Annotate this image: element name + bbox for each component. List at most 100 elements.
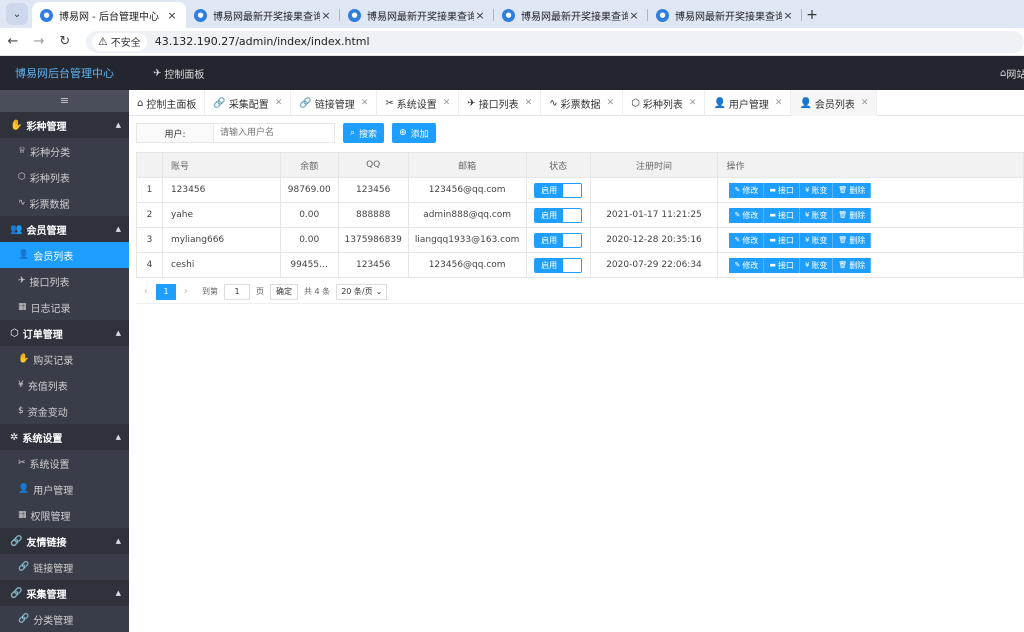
content-tab[interactable]: 👤 会员列表 ✕: [791, 90, 878, 116]
tab-search-button[interactable]: ⌄: [6, 3, 28, 25]
close-icon[interactable]: ✕: [361, 98, 369, 108]
close-icon[interactable]: ✕: [443, 98, 451, 108]
content-tab[interactable]: 🔗 采集配置 ✕: [205, 90, 292, 116]
delete-button[interactable]: 🗑 删除: [833, 232, 872, 248]
username-input[interactable]: [213, 123, 335, 143]
sidebar-group[interactable]: ⬡ 订单管理 ▲: [0, 320, 129, 346]
browser-tab[interactable]: ● 博易网最新开奖接果查询,重庆时×: [648, 2, 802, 28]
sidebar-item[interactable]: $ 资金变动: [0, 398, 129, 424]
browser-tab[interactable]: ● 博易网最新开奖接果查询,重庆时×: [186, 2, 340, 28]
balance-change-button[interactable]: ¥ 账变: [799, 182, 834, 198]
edit-button[interactable]: ✎ 修改: [729, 232, 765, 248]
calendar-icon: ▦: [18, 510, 27, 520]
control-panel-link[interactable]: ✈ 控制面板: [153, 66, 204, 81]
sidebar-item[interactable]: ▦ 权限管理: [0, 502, 129, 528]
status-toggle[interactable]: 启用: [534, 232, 583, 248]
col-register-time: 注册时间: [589, 152, 719, 178]
close-icon[interactable]: ×: [474, 9, 486, 22]
sidebar-item[interactable]: ∿ 彩票数据: [0, 190, 129, 216]
close-icon[interactable]: ✕: [275, 98, 283, 108]
edit-button[interactable]: ✎ 修改: [729, 182, 765, 198]
sidebar-item[interactable]: ✂ 系统设置: [0, 450, 129, 476]
forward-icon[interactable]: →: [26, 34, 52, 49]
content-tab[interactable]: ✂ 系统设置 ✕: [377, 90, 460, 116]
yen-circle-icon: ¥: [804, 186, 810, 194]
balance-change-button[interactable]: ¥ 账变: [799, 257, 834, 273]
browser-tab[interactable]: ● 博易网 - 后台管理中心 ×: [32, 2, 186, 28]
sidebar-item[interactable]: 👤 用户管理: [0, 476, 129, 502]
delete-button[interactable]: 🗑 删除: [833, 182, 872, 198]
table-header-row: 账号 余额 QQ 邮箱 状态 注册时间 操作: [136, 152, 1024, 178]
sidebar-item[interactable]: 👤 会员列表: [0, 242, 129, 268]
action-label: 修改: [742, 235, 759, 245]
browser-tabs: ●博易网 - 后台管理中心×●博易网最新开奖接果查询,重庆时×●博易网最新开奖接…: [32, 2, 802, 28]
close-icon[interactable]: ×: [166, 9, 178, 22]
search-button[interactable]: ⌕ 搜索: [343, 123, 385, 143]
sidebar-group[interactable]: 🔗 友情链接 ▲: [0, 528, 129, 554]
close-icon[interactable]: ×: [782, 9, 794, 22]
goto-page-input[interactable]: 1: [224, 283, 250, 300]
content-tab[interactable]: 🔗 链接管理 ✕: [291, 90, 378, 116]
site-home-link[interactable]: ⌂ 网站: [1000, 56, 1024, 90]
action-buttons: ✎ 修改 ▬ 接口 ¥ 账变 🗑 删除: [719, 232, 1023, 248]
sidebar-group[interactable]: 👥 会员管理 ▲: [0, 216, 129, 242]
api-button[interactable]: ▬ 接口: [764, 207, 800, 223]
prev-page-icon[interactable]: ‹: [136, 286, 156, 297]
sidebar-item-label: 日志记录: [30, 303, 71, 315]
sidebar-item[interactable]: 🔗 分类管理: [0, 606, 129, 632]
delete-button[interactable]: 🗑 删除: [833, 207, 872, 223]
close-icon[interactable]: ✕: [689, 98, 697, 108]
delete-button[interactable]: 🗑 删除: [833, 257, 872, 273]
status-toggle[interactable]: 启用: [534, 207, 583, 223]
col-qq: QQ: [337, 152, 409, 178]
browser-tab[interactable]: ● 博易网最新开奖接果查询,重庆时×: [494, 2, 648, 28]
sidebar-group[interactable]: 🔗 采集管理 ▲: [0, 580, 129, 606]
content-tab[interactable]: ⌂ 控制主面板: [129, 90, 206, 116]
sidebar-group[interactable]: ✲ 系统设置 ▲: [0, 424, 129, 450]
add-button[interactable]: ⊕ 添加: [392, 123, 436, 143]
sidebar-group[interactable]: ✋ 彩种管理 ▲: [0, 112, 129, 138]
sidebar-item[interactable]: ▦ 日志记录: [0, 294, 129, 320]
close-icon[interactable]: ×: [628, 9, 640, 22]
action-buttons: ✎ 修改 ▬ 接口 ¥ 账变 🗑 删除: [719, 207, 1023, 223]
omnibox[interactable]: ⚠ 不安全 43.132.190.27/admin/index/index.htm…: [85, 30, 1024, 53]
goto-confirm-button[interactable]: 确定: [270, 283, 298, 300]
sidebar-item[interactable]: ¥ 充值列表: [0, 372, 129, 398]
sidebar-item[interactable]: ♕ 彩种分类: [0, 138, 129, 164]
status-toggle[interactable]: 启用: [534, 257, 583, 273]
api-button[interactable]: ▬ 接口: [764, 182, 800, 198]
status-toggle[interactable]: 启用: [534, 182, 583, 198]
action-label: 删除: [849, 235, 866, 245]
api-button[interactable]: ▬ 接口: [764, 232, 800, 248]
close-icon[interactable]: ✕: [525, 98, 533, 108]
sidebar-toggle[interactable]: ≡: [0, 90, 129, 112]
balance-change-button[interactable]: ¥ 账变: [799, 207, 834, 223]
next-page-icon[interactable]: ›: [176, 286, 196, 297]
close-icon[interactable]: ✕: [607, 98, 615, 108]
balance-change-button[interactable]: ¥ 账变: [799, 232, 834, 248]
content-tab[interactable]: ✈ 接口列表 ✕: [459, 90, 542, 116]
sidebar-item[interactable]: ⬡ 彩种列表: [0, 164, 129, 190]
content-tab[interactable]: 👤 用户管理 ✕: [705, 90, 792, 116]
content-tab[interactable]: ⬡ 彩种列表 ✕: [623, 90, 706, 116]
edit-button[interactable]: ✎ 修改: [729, 257, 765, 273]
sidebar-item[interactable]: ✈ 接口列表: [0, 268, 129, 294]
back-icon[interactable]: ←: [0, 34, 26, 49]
current-page[interactable]: 1: [156, 283, 176, 300]
close-icon[interactable]: ✕: [775, 98, 783, 108]
sidebar-item[interactable]: ✋ 购买记录: [0, 346, 129, 372]
close-icon[interactable]: ✕: [861, 98, 869, 108]
page-size-select[interactable]: 20 条/页 ⌄: [336, 283, 388, 300]
edit-button[interactable]: ✎ 修改: [729, 207, 765, 223]
table-body: 1 123456 98769.00 123456 123456@qq.com 启用 ✎ 修改 ▬…: [136, 177, 1024, 278]
content-tab[interactable]: ∿ 彩票数据 ✕: [541, 90, 624, 116]
close-icon[interactable]: ×: [320, 9, 332, 22]
api-button[interactable]: ▬ 接口: [764, 257, 800, 273]
new-tab-button[interactable]: +: [802, 2, 822, 28]
cube-icon: ⬡: [18, 172, 26, 182]
sidebar-item[interactable]: 🔗 链接管理: [0, 554, 129, 580]
reload-icon[interactable]: ↻: [52, 34, 78, 49]
user-icon: 👤: [18, 484, 30, 494]
browser-tab[interactable]: ● 博易网最新开奖接果查询,重庆时×: [340, 2, 494, 28]
insecure-badge[interactable]: ⚠ 不安全: [91, 32, 147, 51]
